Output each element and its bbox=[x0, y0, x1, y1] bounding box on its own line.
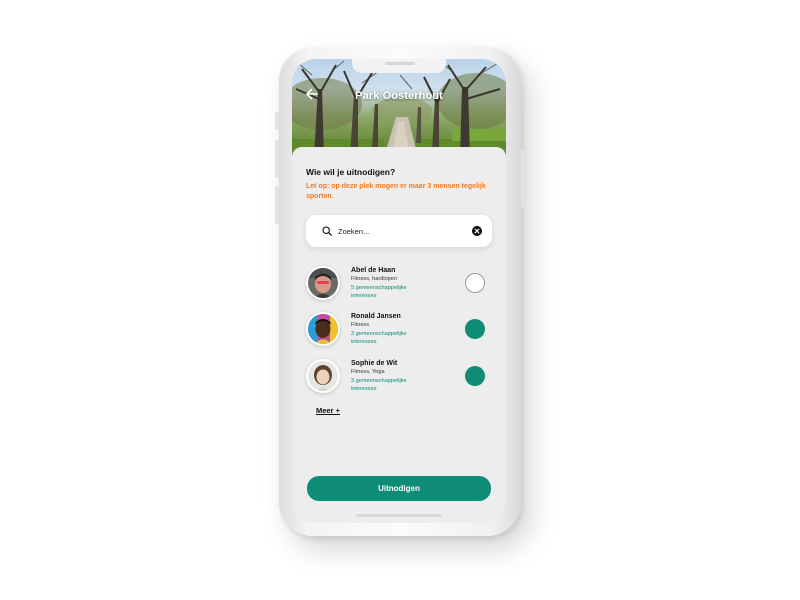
person-sports: Fitness, Yoga bbox=[351, 369, 385, 375]
avatar bbox=[306, 359, 340, 393]
select-toggle[interactable] bbox=[465, 366, 485, 386]
close-circle-icon[interactable] bbox=[472, 226, 482, 236]
select-toggle[interactable] bbox=[465, 273, 485, 293]
person-sports: Fitness bbox=[351, 322, 370, 328]
power-button bbox=[521, 150, 525, 208]
invite-sheet: Wie wil je uitnodigen? Let op: op deze p… bbox=[292, 147, 506, 523]
common-interests: 3 gemeenschappelijke interesses bbox=[351, 331, 407, 345]
person-row[interactable]: Ronald Jansen Fitness 3 gemeenschappelij… bbox=[306, 310, 492, 350]
avatar bbox=[306, 312, 340, 346]
person-row[interactable]: Abel de Haan Fitness, hardlopen 5 gemeen… bbox=[306, 264, 492, 304]
phone-screen: Park Oosterhout Wie wil je uitnodigen? L… bbox=[292, 59, 506, 523]
search-bar[interactable] bbox=[306, 215, 492, 247]
volume-up-button bbox=[275, 140, 279, 178]
volume-down-button bbox=[275, 186, 279, 224]
search-icon bbox=[322, 226, 332, 236]
avatar bbox=[306, 266, 340, 300]
park-photo bbox=[292, 60, 506, 157]
speaker-grille bbox=[385, 62, 415, 65]
person-name: Abel de Haan bbox=[351, 267, 396, 274]
person-sports: Fitness, hardlopen bbox=[351, 276, 398, 282]
invite-question: Wie wil je uitnodigen? bbox=[306, 167, 396, 177]
page-title: Park Oosterhout bbox=[355, 90, 443, 102]
park-header-image: Park Oosterhout bbox=[292, 59, 506, 157]
select-toggle[interactable] bbox=[465, 319, 485, 339]
mute-switch bbox=[275, 112, 279, 130]
person-name: Sophie de Wit bbox=[351, 360, 398, 367]
home-indicator bbox=[356, 514, 442, 517]
common-interests: 5 gemeenschappelijke interesses bbox=[351, 285, 407, 299]
person-row[interactable]: Sophie de Wit Fitness, Yoga 3 gemeenscha… bbox=[306, 357, 492, 397]
person-name: Ronald Jansen bbox=[351, 313, 401, 320]
invite-button[interactable]: Uitnodigen bbox=[307, 476, 491, 501]
search-input[interactable] bbox=[338, 224, 458, 238]
capacity-warning: Let op: op deze plek mogen er maar 3 men… bbox=[306, 183, 486, 200]
more-link[interactable]: Meer + bbox=[316, 406, 340, 415]
common-interests: 3 gemeenschappelijke interesses bbox=[351, 378, 407, 392]
